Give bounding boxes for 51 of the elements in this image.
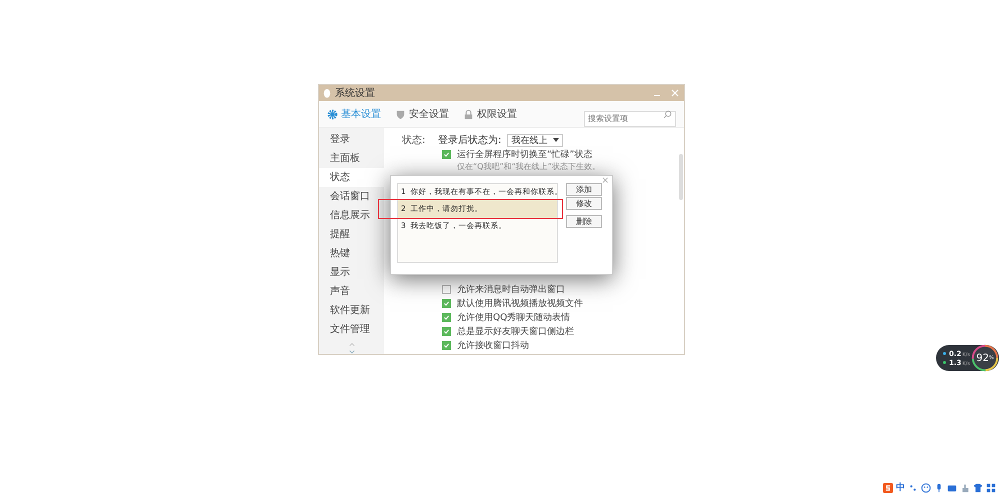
search-icon[interactable] [663, 110, 672, 119]
sidebar-item[interactable]: 显示 [319, 263, 384, 282]
window-title: 系统设置 [335, 86, 375, 100]
option-label: 允许来消息时自动弹出窗口 [457, 284, 565, 296]
sidebar-item[interactable]: 登录 [319, 130, 384, 149]
hint-text: 仅在“Q我吧”和“我在线上”状态下生效。 [456, 161, 601, 173]
checkbox[interactable] [442, 284, 451, 294]
status-dropdown[interactable]: 我在线上 [507, 134, 564, 146]
settings-tab[interactable]: 权限设置 [463, 107, 517, 121]
sidebar-item[interactable]: 声音 [319, 282, 384, 301]
checkbox[interactable] [442, 340, 451, 350]
dialog-button[interactable]: 添加 [566, 183, 602, 196]
shirt-icon[interactable] [973, 482, 983, 492]
scrollbar[interactable] [679, 154, 683, 200]
sidebar-item[interactable]: 主面板 [319, 149, 384, 168]
option-label: 允许接收窗口抖动 [457, 340, 529, 352]
dialog-button[interactable]: 修改 [566, 197, 602, 210]
sidebar-item[interactable]: 状态 [319, 168, 384, 187]
sidebar-item[interactable]: 会话窗口 [319, 187, 384, 206]
grid-icon[interactable] [986, 482, 996, 492]
input-mode-toggle[interactable]: 中 [896, 481, 905, 494]
sidebar-item[interactable]: 文件管理 [319, 320, 384, 339]
dialog-button[interactable]: 删除 [566, 215, 602, 228]
checkbox[interactable] [442, 326, 451, 336]
sidebar-item[interactable]: 信息展示 [319, 206, 384, 225]
usage-percent: 92 [976, 352, 989, 364]
punctuation-icon[interactable] [908, 482, 918, 492]
settings-tab[interactable]: 安全设置 [395, 107, 449, 121]
sidebar-item[interactable]: 热键 [319, 244, 384, 263]
sidebar-item[interactable]: 软件更新 [319, 301, 384, 320]
checkbox[interactable] [442, 312, 451, 322]
section-label: 状态: [402, 134, 426, 147]
shield-icon [395, 108, 406, 120]
smiley-icon[interactable] [921, 482, 931, 492]
scroll-down-icon[interactable] [348, 350, 356, 354]
field-label: 登录后状态为: [438, 134, 502, 147]
option-label: 允许使用QQ秀聊天随动表情 [457, 312, 570, 324]
search-field[interactable]: 搜索设置项 [584, 110, 676, 126]
lock-icon [463, 108, 474, 120]
keyboard-icon[interactable] [947, 482, 957, 492]
checkbox[interactable] [442, 298, 451, 308]
scroll-up-icon[interactable] [348, 342, 356, 346]
close-icon[interactable] [670, 88, 680, 98]
option-label: 默认使用腾讯视频播放视频文件 [457, 298, 583, 310]
checkbox[interactable] [442, 150, 451, 158]
gear-icon [327, 108, 338, 120]
sidebar-item[interactable]: 提醒 [319, 225, 384, 244]
sogou-logo-icon[interactable] [883, 482, 893, 492]
option-label: 总是显示好友聊天窗口侧边栏 [457, 326, 574, 338]
caret-icon [553, 138, 560, 142]
option-label: 运行全屏程序时切换至“忙碌”状态 [457, 148, 592, 160]
